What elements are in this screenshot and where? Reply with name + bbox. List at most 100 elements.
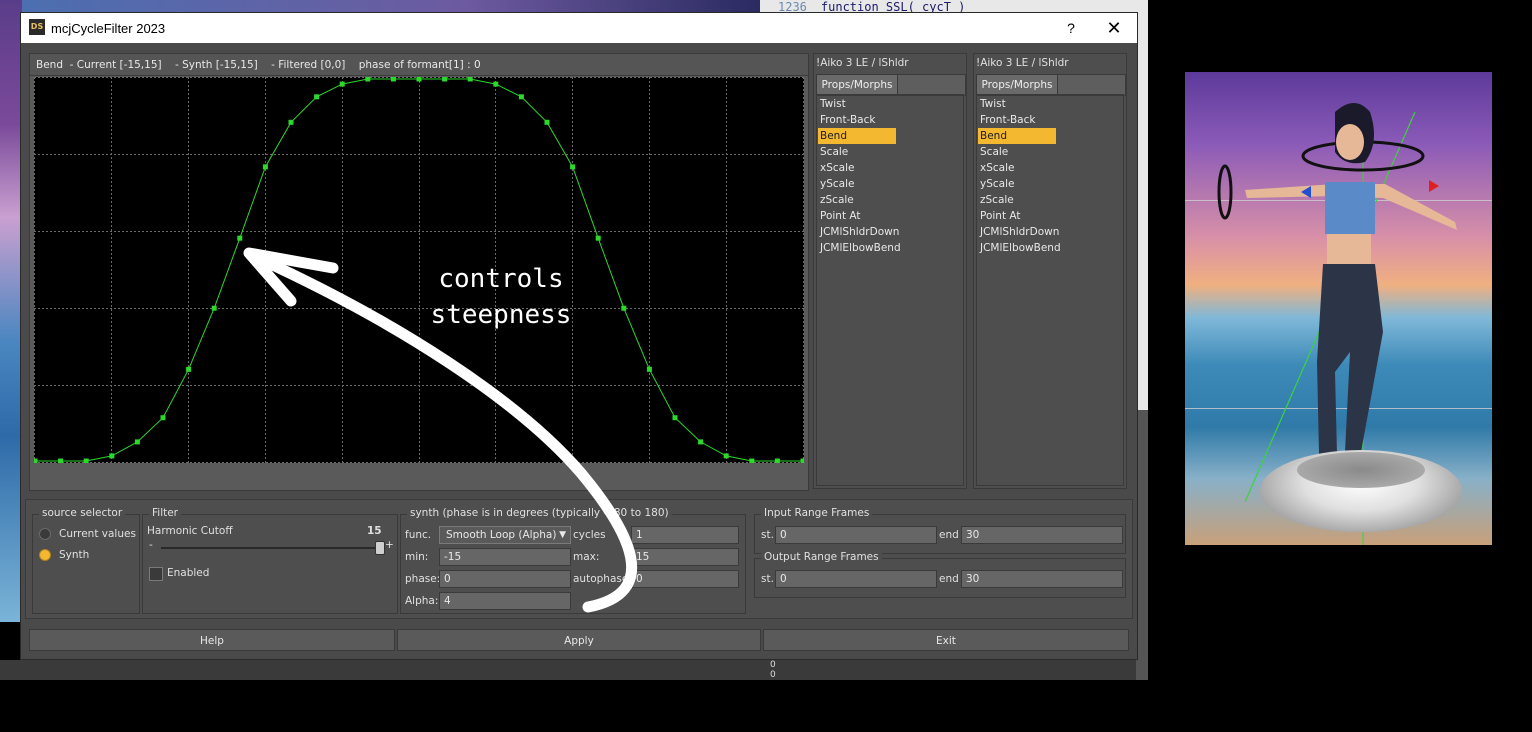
- input-range-group: Input Range Frames st. 0 end 30: [754, 507, 1126, 554]
- parameter-item[interactable]: Twist: [818, 96, 896, 112]
- parameter-item[interactable]: yScale: [818, 176, 896, 192]
- annotation-text: controls steepness: [401, 261, 601, 333]
- curve-point[interactable]: [467, 77, 473, 82]
- curve-point[interactable]: [34, 458, 38, 464]
- help-title-button[interactable]: ?: [1061, 17, 1081, 39]
- button-row: Help Apply Exit: [25, 629, 1133, 653]
- cycles-label: cycles: [573, 529, 606, 541]
- group-title: source selector: [39, 507, 126, 519]
- curve-point[interactable]: [774, 458, 780, 464]
- parameter-item[interactable]: Twist: [978, 96, 1056, 112]
- input-end-label: end: [939, 529, 959, 541]
- parameter-item[interactable]: JCMlElbowBend: [978, 240, 1061, 256]
- curve-point[interactable]: [416, 77, 422, 82]
- filter-group: Filter Harmonic Cutoff 15 - + Enabled: [142, 507, 398, 614]
- parameter-item[interactable]: JCMlElbowBend: [818, 240, 901, 256]
- alpha-label: Alpha:: [405, 595, 439, 607]
- phase-field[interactable]: 0: [439, 570, 571, 588]
- synth-group: synth (phase is in degrees (typically -1…: [400, 507, 746, 614]
- autophase-label: autophase: [573, 573, 629, 585]
- min-field[interactable]: -15: [439, 548, 571, 566]
- source-selector-group: source selector Current values Synth: [32, 507, 140, 614]
- curve-point[interactable]: [621, 305, 627, 311]
- parameter-item[interactable]: Point At: [818, 208, 896, 224]
- controls-panel: source selector Current values Synth Fil…: [25, 499, 1133, 619]
- harmonic-slider-track[interactable]: [161, 547, 383, 549]
- cycles-field[interactable]: 1: [631, 526, 739, 544]
- curve-point[interactable]: [211, 305, 217, 311]
- parameter-item[interactable]: zScale: [978, 192, 1056, 208]
- parameter-item[interactable]: Scale: [818, 144, 896, 160]
- parameter-item[interactable]: JCMlShldrDown: [978, 224, 1059, 240]
- autophase-field[interactable]: 0: [631, 570, 739, 588]
- curve-point[interactable]: [134, 439, 140, 445]
- annotation-line: controls: [438, 264, 564, 294]
- turntable-top: [1297, 452, 1425, 488]
- curve-point[interactable]: [390, 77, 396, 82]
- harmonic-slider-handle[interactable]: [375, 541, 385, 555]
- apply-button[interactable]: Apply: [397, 629, 761, 651]
- parameter-item[interactable]: Bend: [818, 128, 896, 144]
- figure-tabs: Props/Morphs: [976, 74, 1126, 96]
- parameter-item[interactable]: xScale: [978, 160, 1056, 176]
- curve-point[interactable]: [672, 415, 678, 421]
- parameter-item[interactable]: Point At: [978, 208, 1056, 224]
- curve-point[interactable]: [442, 77, 448, 82]
- parameter-item[interactable]: JCMlShldrDown: [818, 224, 899, 240]
- enabled-checkbox[interactable]: [149, 567, 163, 581]
- curve-point[interactable]: [58, 458, 64, 464]
- curve-point[interactable]: [723, 453, 729, 459]
- slider-min-icon: -: [149, 539, 153, 551]
- curve-point[interactable]: [646, 366, 652, 372]
- parameter-item[interactable]: Front-Back: [818, 112, 896, 128]
- figure-panel-left: !Aiko 3 LE / lShldr Props/Morphs Twist Fr…: [813, 53, 967, 489]
- harmonic-cutoff-label: Harmonic Cutoff: [147, 525, 233, 537]
- max-field[interactable]: 15: [631, 548, 739, 566]
- curve-point[interactable]: [493, 81, 499, 87]
- close-button[interactable]: ✕: [1101, 17, 1127, 39]
- curve-point[interactable]: [288, 119, 294, 125]
- output-st-label: st.: [761, 573, 774, 585]
- input-end-field[interactable]: 30: [961, 526, 1123, 544]
- curve-point[interactable]: [518, 94, 524, 100]
- exit-button[interactable]: Exit: [763, 629, 1129, 651]
- curve-point[interactable]: [83, 458, 89, 464]
- curve-point[interactable]: [595, 235, 601, 241]
- parameter-item[interactable]: yScale: [978, 176, 1056, 192]
- parameter-item[interactable]: Front-Back: [978, 112, 1056, 128]
- curve-point[interactable]: [237, 235, 243, 241]
- alpha-field[interactable]: 4: [439, 592, 571, 610]
- phase-label: phase:: [405, 573, 441, 585]
- curve-point[interactable]: [365, 77, 371, 82]
- app-icon: DS: [29, 19, 45, 35]
- curve-point[interactable]: [570, 164, 576, 170]
- radio-label: Current values: [59, 528, 136, 540]
- parameter-item[interactable]: xScale: [818, 160, 896, 176]
- curve-point[interactable]: [160, 415, 166, 421]
- output-start-field[interactable]: 0: [775, 570, 937, 588]
- curve-point[interactable]: [109, 453, 115, 459]
- curve-point[interactable]: [544, 119, 550, 125]
- curve-point[interactable]: [186, 366, 192, 372]
- func-dropdown[interactable]: Smooth Loop (Alpha) ▼: [439, 526, 571, 544]
- curve-point[interactable]: [800, 458, 805, 464]
- radio-label: Synth: [59, 549, 90, 561]
- curve-point[interactable]: [698, 439, 704, 445]
- radio-current-values[interactable]: Current values: [39, 525, 136, 543]
- tab-props-morphs[interactable]: Props/Morphs: [817, 75, 898, 95]
- max-label: max:: [573, 551, 600, 563]
- tab-props-morphs[interactable]: Props/Morphs: [977, 75, 1058, 95]
- background-desktop-top: [22, 0, 762, 12]
- parameter-item[interactable]: Bend: [978, 128, 1056, 144]
- curve-point[interactable]: [339, 81, 345, 87]
- curve-point[interactable]: [749, 458, 755, 464]
- curve-point[interactable]: [314, 94, 320, 100]
- render-preview: [1185, 72, 1492, 545]
- curve-point[interactable]: [262, 164, 268, 170]
- parameter-item[interactable]: zScale: [818, 192, 896, 208]
- output-end-field[interactable]: 30: [961, 570, 1123, 588]
- help-button[interactable]: Help: [29, 629, 395, 651]
- radio-synth[interactable]: Synth: [39, 546, 89, 564]
- parameter-item[interactable]: Scale: [978, 144, 1056, 160]
- input-start-field[interactable]: 0: [775, 526, 937, 544]
